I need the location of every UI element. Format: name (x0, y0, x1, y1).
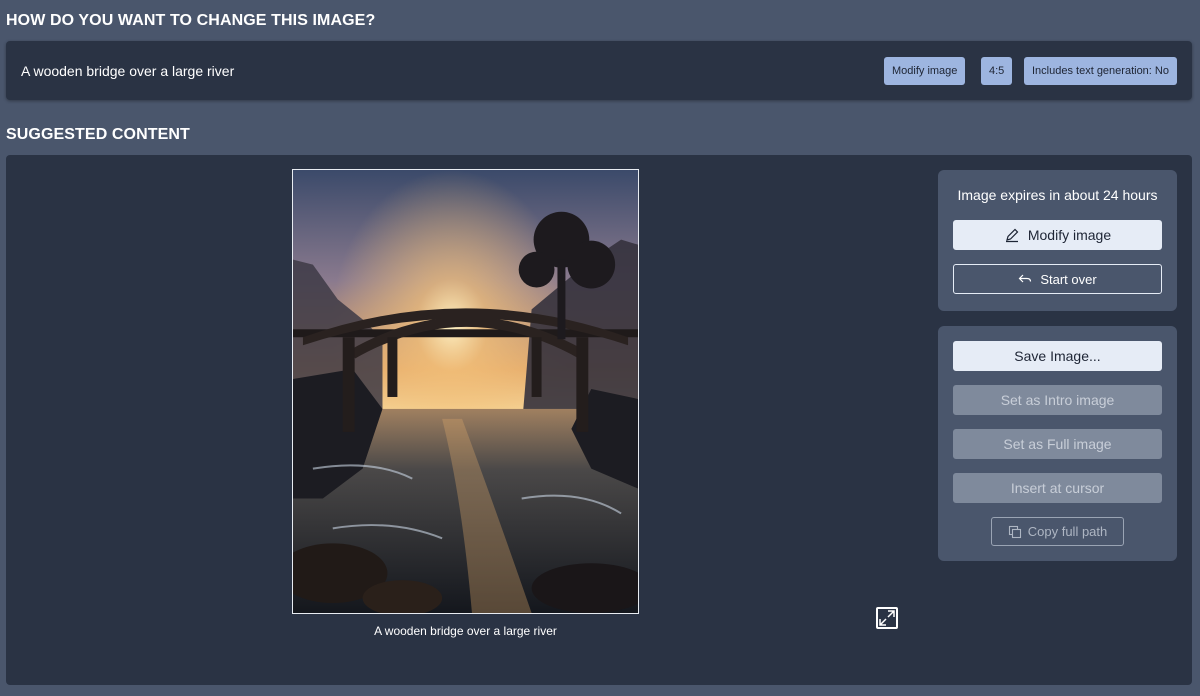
text-generation-chip[interactable]: Includes text generation: No (1024, 57, 1177, 85)
insert-at-cursor-button[interactable]: Insert at cursor (953, 473, 1162, 503)
aspect-ratio-chip[interactable]: 4:5 (981, 57, 1013, 85)
change-image-heading: HOW DO YOU WANT TO CHANGE THIS IMAGE? (6, 12, 376, 29)
generated-image[interactable] (292, 169, 639, 614)
copy-full-path-button[interactable]: Copy full path (991, 517, 1124, 546)
mode-chip[interactable]: Modify image (884, 57, 966, 85)
copy-icon (1008, 525, 1021, 538)
image-caption: A wooden bridge over a large river (374, 624, 557, 638)
expand-icon-glyph (879, 610, 895, 626)
bridge-landscape-image (293, 170, 638, 613)
modify-image-button[interactable]: Modify image (953, 220, 1162, 250)
modify-image-label: Modify image (1027, 227, 1112, 243)
save-image-button[interactable]: Save Image... (953, 341, 1162, 371)
set-intro-image-button[interactable]: Set as Intro image (953, 385, 1162, 415)
undo-arrow-icon (1018, 274, 1032, 283)
actions-card: Save Image... Set as Intro image Set as … (938, 326, 1177, 561)
suggested-content-panel: A wooden bridge over a large river Image… (6, 155, 1192, 685)
expiry-notice: Image expires in about 24 hours (957, 187, 1158, 203)
pencil-icon (1005, 228, 1019, 243)
start-over-button[interactable]: Start over (953, 264, 1162, 294)
set-full-image-button[interactable]: Set as Full image (953, 429, 1162, 459)
modify-card: Image expires in about 24 hours Modify i… (938, 170, 1177, 311)
suggested-content-heading: SUGGESTED CONTENT (6, 126, 190, 143)
start-over-label: Start over (1040, 271, 1097, 287)
expand-icon[interactable] (876, 607, 898, 629)
prompt-text[interactable]: A wooden bridge over a large river (21, 63, 234, 79)
copy-full-path-label: Copy full path (1027, 524, 1108, 539)
prompt-bar: A wooden bridge over a large river Modif… (6, 41, 1192, 100)
